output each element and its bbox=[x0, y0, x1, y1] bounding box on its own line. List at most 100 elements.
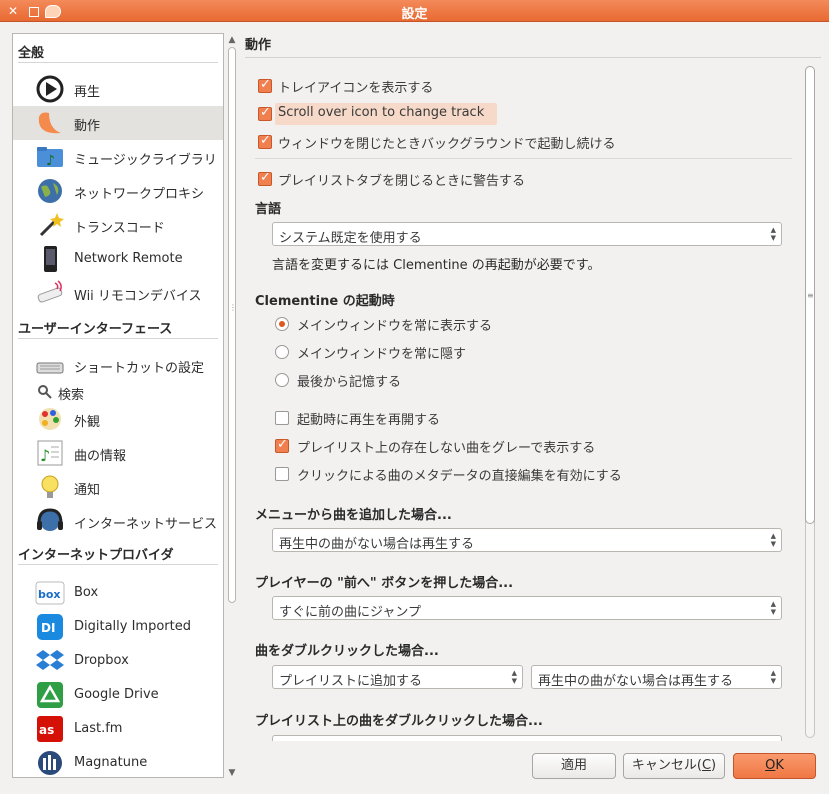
checkbox-box[interactable] bbox=[275, 467, 289, 481]
svg-text:as: as bbox=[39, 723, 54, 737]
sidebar-item-label: 外観 bbox=[74, 415, 101, 430]
sidebar-item-dropbox[interactable]: Dropbox bbox=[13, 644, 223, 678]
warn-close-tab-checkbox[interactable]: プレイリストタブを閉じるときに警告する bbox=[258, 170, 558, 189]
sidebar-item-digitally-imported[interactable]: DI Digitally Imported bbox=[13, 610, 223, 644]
sidebar-item-wii-remote[interactable]: Wii リモコンデバイス bbox=[13, 276, 223, 310]
resume-playback-checkbox[interactable]: 起動時に再生を再開する bbox=[275, 409, 575, 428]
previous-button-heading: プレイヤーの "前へ" ボタンを押した場合... bbox=[255, 576, 514, 591]
language-select[interactable]: システム既定を使用する ▲ ▼ bbox=[272, 222, 782, 246]
spinner-arrows-icon: ▲ ▼ bbox=[770, 600, 776, 616]
playlist-double-click-select[interactable] bbox=[272, 735, 782, 741]
page-title: 動作 bbox=[245, 38, 272, 53]
settings-sidebar[interactable]: 全般 再生 動作 ♪ ミュージックライブラリ ネットワークプロキシ トランスコー… bbox=[12, 33, 224, 778]
behaviour-settings-panel: トレイアイコンを表示する Scroll over icon to change … bbox=[245, 57, 821, 741]
sidebar-item-label: ショートカットの設定 bbox=[74, 361, 205, 376]
radio-button[interactable] bbox=[275, 317, 289, 331]
sidebar-item-label: 検索 bbox=[58, 388, 85, 403]
sidebar-item-google-drive[interactable]: Google Drive bbox=[13, 678, 223, 712]
inline-edit-checkbox[interactable]: クリックによる曲のメタデータの直接編集を有効にする bbox=[275, 465, 675, 484]
spinner-arrows-icon: ▲ ▼ bbox=[511, 669, 517, 685]
ok-button[interactable]: OK bbox=[733, 753, 816, 779]
double-click-play-select[interactable]: 再生中の曲がない場合は再生する ▲ ▼ bbox=[531, 665, 782, 689]
menu-add-heading: メニューから曲を追加した場合... bbox=[255, 508, 452, 523]
select-value: プレイリストに追加する bbox=[279, 674, 423, 689]
scroll-over-icon-checkbox[interactable]: Scroll over icon to change track bbox=[258, 105, 558, 123]
keep-running-checkbox[interactable]: ウィンドウを閉じたときバックグラウンドで起動し続ける bbox=[258, 133, 638, 152]
sidebar-item-network-proxy[interactable]: ネットワークプロキシ bbox=[13, 174, 223, 208]
lightbulb-icon bbox=[41, 475, 59, 498]
radio-always-hide[interactable]: メインウィンドウを常に隠す bbox=[275, 343, 575, 362]
panel-scrollbar[interactable]: ≡ bbox=[803, 64, 817, 740]
startup-heading: Clementine の起動時 bbox=[255, 294, 395, 309]
sidebar-item-music-library[interactable]: ♪ ミュージックライブラリ bbox=[13, 140, 223, 174]
checkbox-box[interactable] bbox=[258, 77, 272, 93]
scroll-down-icon[interactable]: ▼ bbox=[227, 768, 237, 778]
radio-label: メインウィンドウを常に表示する bbox=[297, 319, 493, 334]
checkbox-box[interactable] bbox=[275, 437, 289, 453]
sidebar-item-label: Digitally Imported bbox=[74, 619, 191, 634]
double-click-action-select[interactable]: プレイリストに追加する ▲ ▼ bbox=[272, 665, 523, 689]
sidebar-item-search[interactable]: 検索 bbox=[13, 380, 223, 404]
song-info-icon: ♪ bbox=[37, 440, 63, 466]
sidebar-item-box[interactable]: box Box bbox=[13, 576, 223, 610]
divider bbox=[18, 564, 218, 565]
scroll-up-icon[interactable]: ▲ bbox=[227, 35, 237, 45]
box-icon: box bbox=[35, 581, 65, 605]
sidebar-item-label: Wii リモコンデバイス bbox=[74, 289, 202, 304]
checkbox-box[interactable] bbox=[258, 133, 272, 149]
show-tray-icon-checkbox[interactable]: トレイアイコンを表示する bbox=[258, 77, 558, 96]
magnatune-icon bbox=[38, 751, 62, 775]
checkbox-box[interactable] bbox=[258, 105, 272, 121]
clementine-icon bbox=[38, 112, 61, 134]
radio-button[interactable] bbox=[275, 345, 289, 359]
previous-button-select[interactable]: すぐに前の曲にジャンプ ▲ ▼ bbox=[272, 596, 782, 620]
radio-label: メインウィンドウを常に隠す bbox=[297, 347, 467, 362]
radio-always-show[interactable]: メインウィンドウを常に表示する bbox=[275, 315, 575, 334]
sidebar-item-shortcuts[interactable]: ショートカットの設定 bbox=[13, 348, 223, 382]
apply-button[interactable]: 適用 bbox=[532, 753, 616, 779]
cancel-button[interactable]: キャンセル(C) bbox=[623, 753, 725, 779]
sidebar-item-label: 曲の情報 bbox=[74, 449, 127, 464]
sidebar-item-playback[interactable]: 再生 bbox=[13, 72, 223, 106]
sidebar-item-song-info[interactable]: ♪ 曲の情報 bbox=[13, 436, 223, 470]
palette-icon bbox=[39, 408, 61, 430]
sidebar-scrollbar[interactable]: ▲ ⋮ ▼ bbox=[226, 33, 238, 778]
grip-icon: ⋮ bbox=[229, 303, 237, 312]
headphones-icon bbox=[37, 508, 63, 531]
lastfm-icon: as bbox=[37, 716, 63, 742]
sidebar-item-label: Google Drive bbox=[74, 687, 159, 702]
divider bbox=[18, 338, 218, 339]
button-label: キャンセル( bbox=[631, 758, 702, 773]
sidebar-item-label: 通知 bbox=[74, 483, 101, 498]
checkbox-label: クリックによる曲のメタデータの直接編集を有効にする bbox=[297, 469, 622, 484]
sidebar-item-internet-services[interactable]: インターネットサービス bbox=[13, 504, 223, 538]
sidebar-item-magnatune[interactable]: Magnatune bbox=[13, 746, 223, 777]
title-bar: ✕ 設定 bbox=[0, 0, 829, 22]
checkbox-box[interactable] bbox=[275, 411, 289, 425]
sidebar-item-appearance[interactable]: 外観 bbox=[13, 402, 223, 436]
checkbox-label: プレイリスト上の存在しない曲をグレーで表示する bbox=[297, 441, 596, 456]
svg-text:DI: DI bbox=[41, 621, 55, 635]
radio-button[interactable] bbox=[275, 373, 289, 387]
search-icon bbox=[38, 385, 52, 399]
select-value: 再生中の曲がない場合は再生する bbox=[279, 537, 475, 552]
checkbox-box[interactable] bbox=[258, 170, 272, 186]
radio-remember-last[interactable]: 最後から記憶する bbox=[275, 371, 575, 390]
sidebar-item-behaviour[interactable]: 動作 bbox=[13, 106, 223, 140]
sidebar-item-lastfm[interactable]: as Last.fm bbox=[13, 712, 223, 746]
checkbox-label: ウィンドウを閉じたときバックグラウンドで起動し続ける bbox=[278, 137, 616, 152]
sidebar-item-label: Box bbox=[74, 585, 99, 600]
restart-note: 言語を変更するには Clementine の再起動が必要です。 bbox=[272, 258, 601, 273]
svg-text:♪: ♪ bbox=[40, 446, 50, 465]
sidebar-item-label: トランスコード bbox=[74, 221, 165, 236]
sidebar-item-label: ミュージックライブラリ bbox=[74, 153, 217, 168]
sidebar-item-label: ネットワークプロキシ bbox=[74, 187, 205, 202]
sidebar-item-transcode[interactable]: トランスコード bbox=[13, 208, 223, 242]
sidebar-scroll-thumb[interactable] bbox=[228, 47, 236, 603]
grey-out-missing-checkbox[interactable]: プレイリスト上の存在しない曲をグレーで表示する bbox=[275, 437, 675, 456]
window-title: 設定 bbox=[401, 7, 428, 22]
sidebar-item-notifications[interactable]: 通知 bbox=[13, 470, 223, 504]
sidebar-item-label: Dropbox bbox=[74, 653, 129, 668]
sidebar-item-network-remote[interactable]: Network Remote bbox=[13, 242, 223, 276]
menu-add-select[interactable]: 再生中の曲がない場合は再生する ▲ ▼ bbox=[272, 528, 782, 552]
